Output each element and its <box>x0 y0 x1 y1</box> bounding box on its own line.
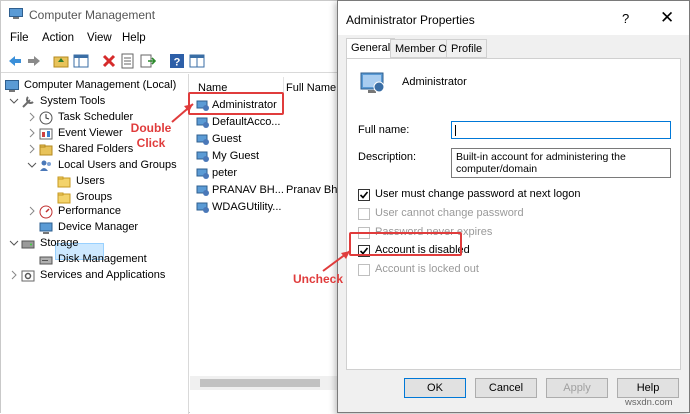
annotation-arrows <box>171 103 351 272</box>
watermark: wsxdn.com <box>625 397 673 408</box>
